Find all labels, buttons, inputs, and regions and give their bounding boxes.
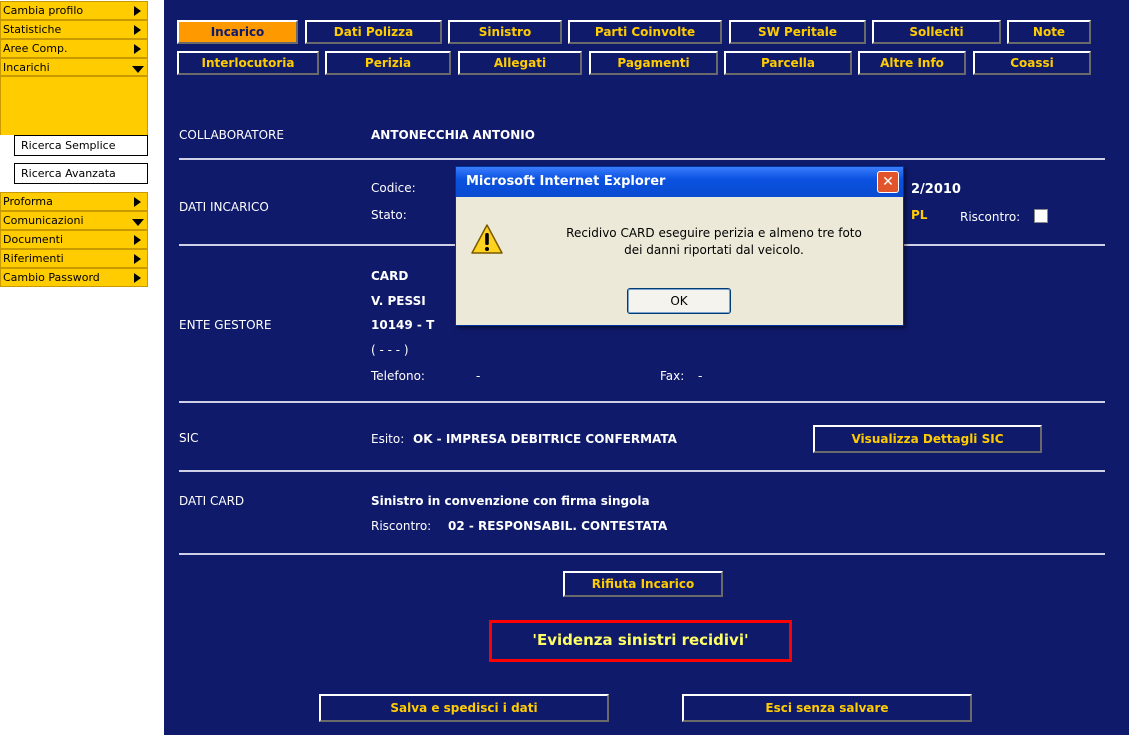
collaboratore-label: COLLABORATORE (179, 128, 284, 142)
sidebar-item-label: Documenti (3, 233, 64, 246)
sidebar-subitem-ricerca-semplice[interactable]: Ricerca Semplice (14, 135, 148, 156)
dati-incarico-label: DATI INCARICO (179, 200, 269, 214)
divider (179, 553, 1105, 555)
tab-perizia[interactable]: Perizia (325, 51, 451, 75)
evidenza-recidivi-banner: 'Evidenza sinistri recidivi' (489, 620, 792, 662)
sidebar-item-label: Proforma (3, 195, 53, 208)
ente-paren: ( - - - ) (371, 343, 409, 357)
sidebar-item-label: Aree Comp. (3, 42, 68, 55)
sidebar-item-label: Cambia profilo (3, 4, 84, 17)
ente-gestore-label: ENTE GESTORE (179, 318, 272, 332)
sidebar-item-label: Cambio Password (3, 271, 100, 284)
codice-value-tail: 2/2010 (911, 182, 961, 197)
esci-senza-salvare-button[interactable]: Esci senza salvare (682, 694, 972, 722)
sic-label: SIC (179, 431, 199, 445)
warning-icon (470, 223, 504, 259)
salva-spedisci-button[interactable]: Salva e spedisci i dati (319, 694, 609, 722)
sidebar-item-cambia-profilo[interactable]: Cambia profilo (0, 1, 148, 20)
telefono-label: Telefono: (371, 369, 425, 383)
tab-sw-peritale[interactable]: SW Peritale (729, 20, 866, 44)
sidebar-subitem-ricerca-avanzata[interactable]: Ricerca Avanzata (14, 163, 148, 184)
ente-cap: 10149 - T (371, 318, 435, 332)
rifiuta-incarico-button[interactable]: Rifiuta Incarico (563, 571, 723, 597)
sidebar-item-label: Statistiche (3, 23, 62, 36)
ok-button[interactable]: OK (627, 288, 731, 314)
arrow-right-icon (134, 44, 141, 54)
ente-name: CARD (371, 269, 409, 283)
arrow-right-icon (134, 235, 141, 245)
tab-dati-polizza[interactable]: Dati Polizza (305, 20, 442, 44)
sidebar-item-incarichi[interactable]: Incarichi (0, 58, 148, 76)
sidebar-submenu-background (0, 76, 148, 135)
tab-incarico[interactable]: Incarico (177, 20, 298, 44)
visualizza-sic-button[interactable]: Visualizza Dettagli SIC (813, 425, 1042, 453)
arrow-right-icon (134, 273, 141, 283)
divider (179, 401, 1105, 403)
ente-address: V. PESSI (371, 294, 426, 308)
fax-label: Fax: (660, 369, 685, 383)
tab-sinistro[interactable]: Sinistro (448, 20, 562, 44)
tab-pagamenti[interactable]: Pagamenti (589, 51, 718, 75)
divider (179, 158, 1105, 160)
arrow-right-icon (134, 25, 141, 35)
tab-coassi[interactable]: Coassi (973, 51, 1091, 75)
stato-value-tail: PL (911, 208, 928, 222)
tab-note[interactable]: Note (1007, 20, 1091, 44)
sidebar-item-statistiche[interactable]: Statistiche (0, 20, 148, 39)
sidebar-item-comunicazioni[interactable]: Comunicazioni (0, 211, 148, 230)
sidebar-item-label: Comunicazioni (3, 214, 84, 227)
arrow-down-icon (132, 66, 144, 73)
sidebar-item-riferimenti[interactable]: Riferimenti (0, 249, 148, 268)
alert-dialog: Microsoft Internet Explorer ✕ Recidivo C… (455, 166, 904, 326)
sidebar-item-proforma[interactable]: Proforma (0, 192, 148, 211)
tab-interlocutoria[interactable]: Interlocutoria (177, 51, 319, 75)
sidebar-item-documenti[interactable]: Documenti (0, 230, 148, 249)
dati-card-label: DATI CARD (179, 494, 245, 508)
dati-card-riscontro-label: Riscontro: (371, 519, 432, 533)
tab-altre-info[interactable]: Altre Info (858, 51, 966, 75)
telefono-value: - (476, 369, 481, 383)
arrow-down-icon (132, 219, 144, 226)
close-icon[interactable]: ✕ (877, 171, 899, 193)
tab-parti-coinvolte[interactable]: Parti Coinvolte (568, 20, 722, 44)
stato-label: Stato: (371, 208, 407, 222)
sidebar-item-label: Incarichi (3, 61, 50, 74)
dati-card-line1: Sinistro in convenzione con firma singol… (371, 494, 650, 508)
sic-esito-label: Esito: (371, 432, 405, 446)
tab-solleciti[interactable]: Solleciti (872, 20, 1001, 44)
sidebar-item-label: Riferimenti (3, 252, 64, 265)
sidebar-item-cambio-password[interactable]: Cambio Password (0, 268, 148, 287)
fax-value: - (698, 369, 703, 383)
divider (179, 470, 1105, 472)
dialog-message-line1: Recidivo CARD eseguire perizia e almeno … (566, 226, 862, 240)
dialog-title: Microsoft Internet Explorer (456, 167, 903, 197)
collaboratore-value: ANTONECCHIA ANTONIO (371, 128, 535, 142)
arrow-right-icon (134, 6, 141, 16)
sidebar-item-aree-comp[interactable]: Aree Comp. (0, 39, 148, 58)
tab-allegati[interactable]: Allegati (458, 51, 582, 75)
dialog-message: Recidivo CARD eseguire perizia e almeno … (534, 225, 894, 259)
riscontro-checkbox[interactable] (1034, 209, 1048, 223)
tab-parcella[interactable]: Parcella (724, 51, 852, 75)
codice-label: Codice: (371, 181, 416, 195)
dati-card-riscontro-value: 02 - RESPONSABIL. CONTESTATA (448, 519, 668, 533)
riscontro-label: Riscontro: (960, 210, 1021, 224)
arrow-right-icon (134, 254, 141, 264)
dialog-message-line2: dei danni riportati dal veicolo. (624, 243, 804, 257)
arrow-right-icon (134, 197, 141, 207)
sic-esito-value: OK - IMPRESA DEBITRICE CONFERMATA (413, 432, 677, 446)
